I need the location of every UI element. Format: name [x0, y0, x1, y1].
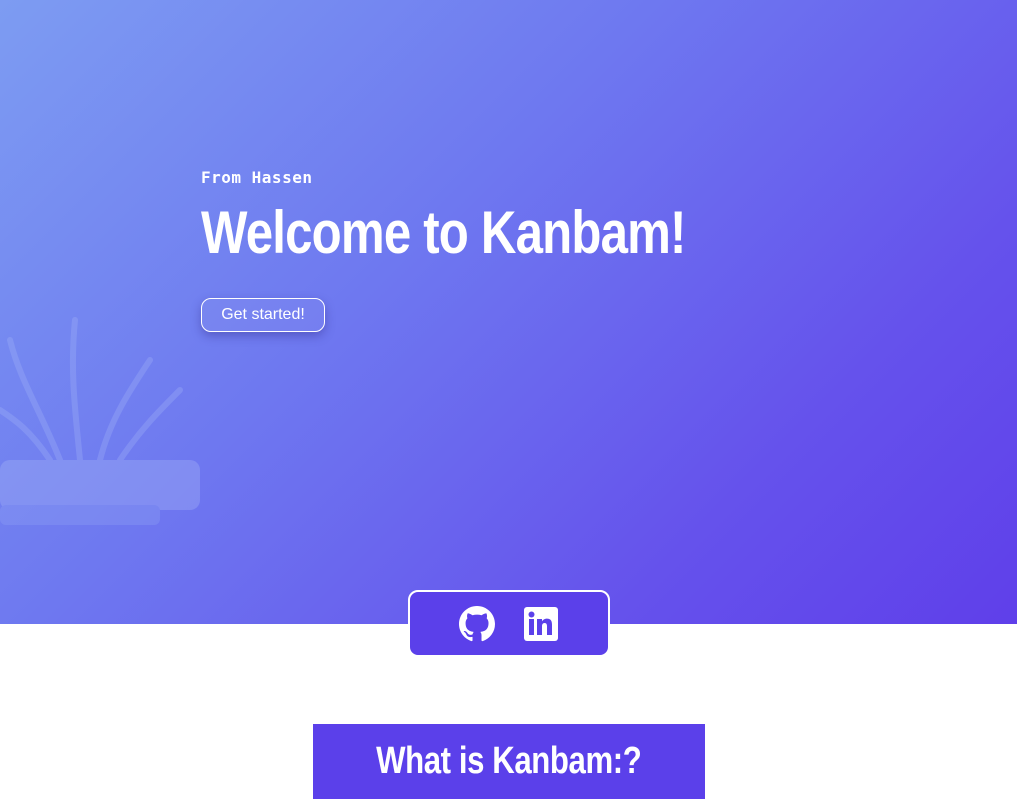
hero-eyebrow: From Hassen [201, 168, 313, 187]
social-links-bar [408, 590, 610, 657]
section-heading-text: What is Kanbam:? [376, 740, 642, 782]
github-icon [459, 605, 495, 641]
hero-section: From Hassen Welcome to Kanbam! Get start… [0, 0, 1017, 624]
hero-content: From Hassen Welcome to Kanbam! Get start… [201, 166, 792, 332]
get-started-button[interactable]: Get started! [201, 298, 325, 332]
linkedin-link[interactable] [523, 606, 559, 642]
hero-title: Welcome to Kanbam! [201, 199, 686, 266]
plant-background-illustration [0, 317, 200, 525]
github-link[interactable] [459, 605, 495, 642]
linkedin-icon [524, 606, 558, 641]
section-heading: What is Kanbam:? [313, 724, 705, 799]
